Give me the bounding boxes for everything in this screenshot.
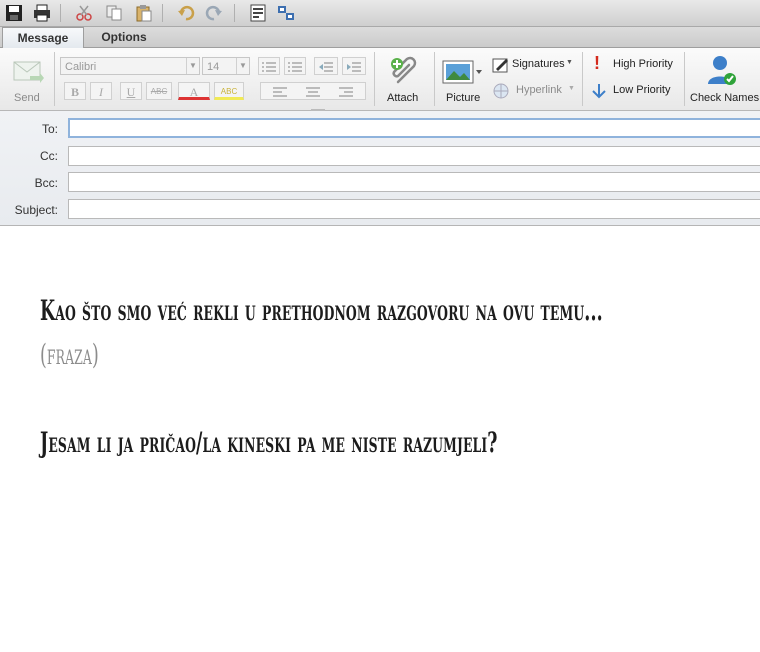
tab-options[interactable]: Options — [86, 27, 162, 47]
font-size-value: 14 — [207, 61, 220, 73]
to-field[interactable] — [68, 118, 760, 138]
exclamation-icon: ! — [594, 53, 600, 73]
font-size-combo[interactable]: 14 ▼ — [202, 57, 250, 75]
hyperlink-label: Hyperlink — [516, 84, 562, 96]
ribbon: Send Calibri ▼ 14 ▼ B I U ABC A ABC Atta… — [0, 48, 760, 119]
picture-label: Picture — [446, 92, 481, 104]
bcc-field[interactable] — [68, 172, 760, 192]
to-label: To: — [41, 122, 58, 136]
globe-link-icon — [493, 83, 509, 99]
numbering-button[interactable] — [284, 57, 306, 75]
numbered-list-icon — [288, 62, 302, 72]
message-body[interactable]: Kao što smo već rekli u prethodnom razgo… — [0, 226, 760, 652]
picture-button[interactable]: Picture — [440, 52, 486, 106]
signatures-button[interactable]: Signatures ▼ — [490, 55, 578, 75]
paste-icon[interactable] — [134, 3, 154, 23]
chevron-down-icon: ▼ — [236, 58, 249, 74]
font-name-combo[interactable]: Calibri ▼ — [60, 57, 200, 75]
chevron-down-icon: ▼ — [568, 85, 575, 92]
bcc-label: Bcc: — [34, 176, 58, 190]
down-arrow-icon — [592, 84, 606, 99]
body-line-1: Kao što smo već rekli u prethodnom razgo… — [40, 294, 603, 327]
send-button[interactable]: Send — [6, 52, 50, 106]
attach-button[interactable]: Attach — [380, 52, 430, 106]
cut-icon[interactable] — [74, 3, 94, 23]
paperclip-icon — [391, 56, 417, 84]
bold-button[interactable]: B — [64, 82, 86, 100]
check-names-label: Check Names — [690, 92, 760, 104]
signature-icon — [492, 58, 508, 73]
check-names-button[interactable]: Check Names — [686, 52, 760, 106]
low-priority-label: Low Priority — [613, 84, 671, 96]
align-left-icon — [273, 87, 288, 97]
bullet-list-icon — [262, 62, 276, 72]
strikethrough-button[interactable]: ABC — [146, 82, 172, 100]
high-priority-label: High Priority — [613, 58, 673, 70]
hyperlink-button[interactable]: Hyperlink ▼ — [490, 81, 578, 101]
network-icon[interactable] — [276, 3, 296, 23]
copy-icon[interactable] — [104, 3, 124, 23]
undo-icon[interactable] — [176, 3, 196, 23]
body-line-2: (fraza) — [40, 338, 99, 371]
redo-icon[interactable] — [204, 3, 224, 23]
subject-label: Subject: — [14, 203, 58, 217]
outdent-icon — [319, 62, 333, 72]
save-icon[interactable] — [4, 3, 24, 23]
italic-button[interactable]: I — [90, 82, 112, 100]
high-priority-button[interactable]: ! High Priority — [588, 53, 680, 75]
message-headers: To: Cc: Bcc: Subject: — [0, 111, 760, 226]
body-line-3: Jesam li ja pričao/la kineski pa me nist… — [40, 426, 498, 459]
font-color-button[interactable]: A — [178, 82, 210, 100]
tab-message[interactable]: Message — [2, 27, 84, 48]
highlight-button[interactable]: ABC — [214, 82, 244, 100]
person-check-icon — [708, 56, 736, 85]
align-right-icon — [338, 87, 353, 97]
underline-button[interactable]: U — [120, 82, 142, 100]
subject-field[interactable] — [68, 199, 760, 219]
print-icon[interactable] — [32, 3, 52, 23]
chevron-down-icon: ▼ — [186, 58, 199, 74]
alignment-buttons[interactable] — [260, 82, 366, 119]
format-icon[interactable] — [248, 3, 268, 23]
bullets-button[interactable] — [258, 57, 280, 75]
decrease-indent-button[interactable] — [314, 57, 338, 75]
font-name-value: Calibri — [65, 61, 97, 73]
chevron-down-icon: ▼ — [566, 59, 573, 66]
attach-label: Attach — [387, 92, 419, 104]
signatures-label: Signatures — [512, 58, 565, 70]
quick-access-toolbar — [0, 0, 760, 27]
increase-indent-button[interactable] — [342, 57, 366, 75]
send-label: Send — [14, 92, 40, 104]
cc-label: Cc: — [40, 149, 58, 163]
cc-field[interactable] — [68, 146, 760, 166]
send-icon — [13, 61, 44, 83]
low-priority-button[interactable]: Low Priority — [588, 81, 680, 101]
indent-icon — [347, 62, 361, 72]
ribbon-tabs: Message Options — [0, 27, 760, 48]
align-center-icon — [306, 87, 320, 97]
picture-icon — [442, 60, 482, 84]
